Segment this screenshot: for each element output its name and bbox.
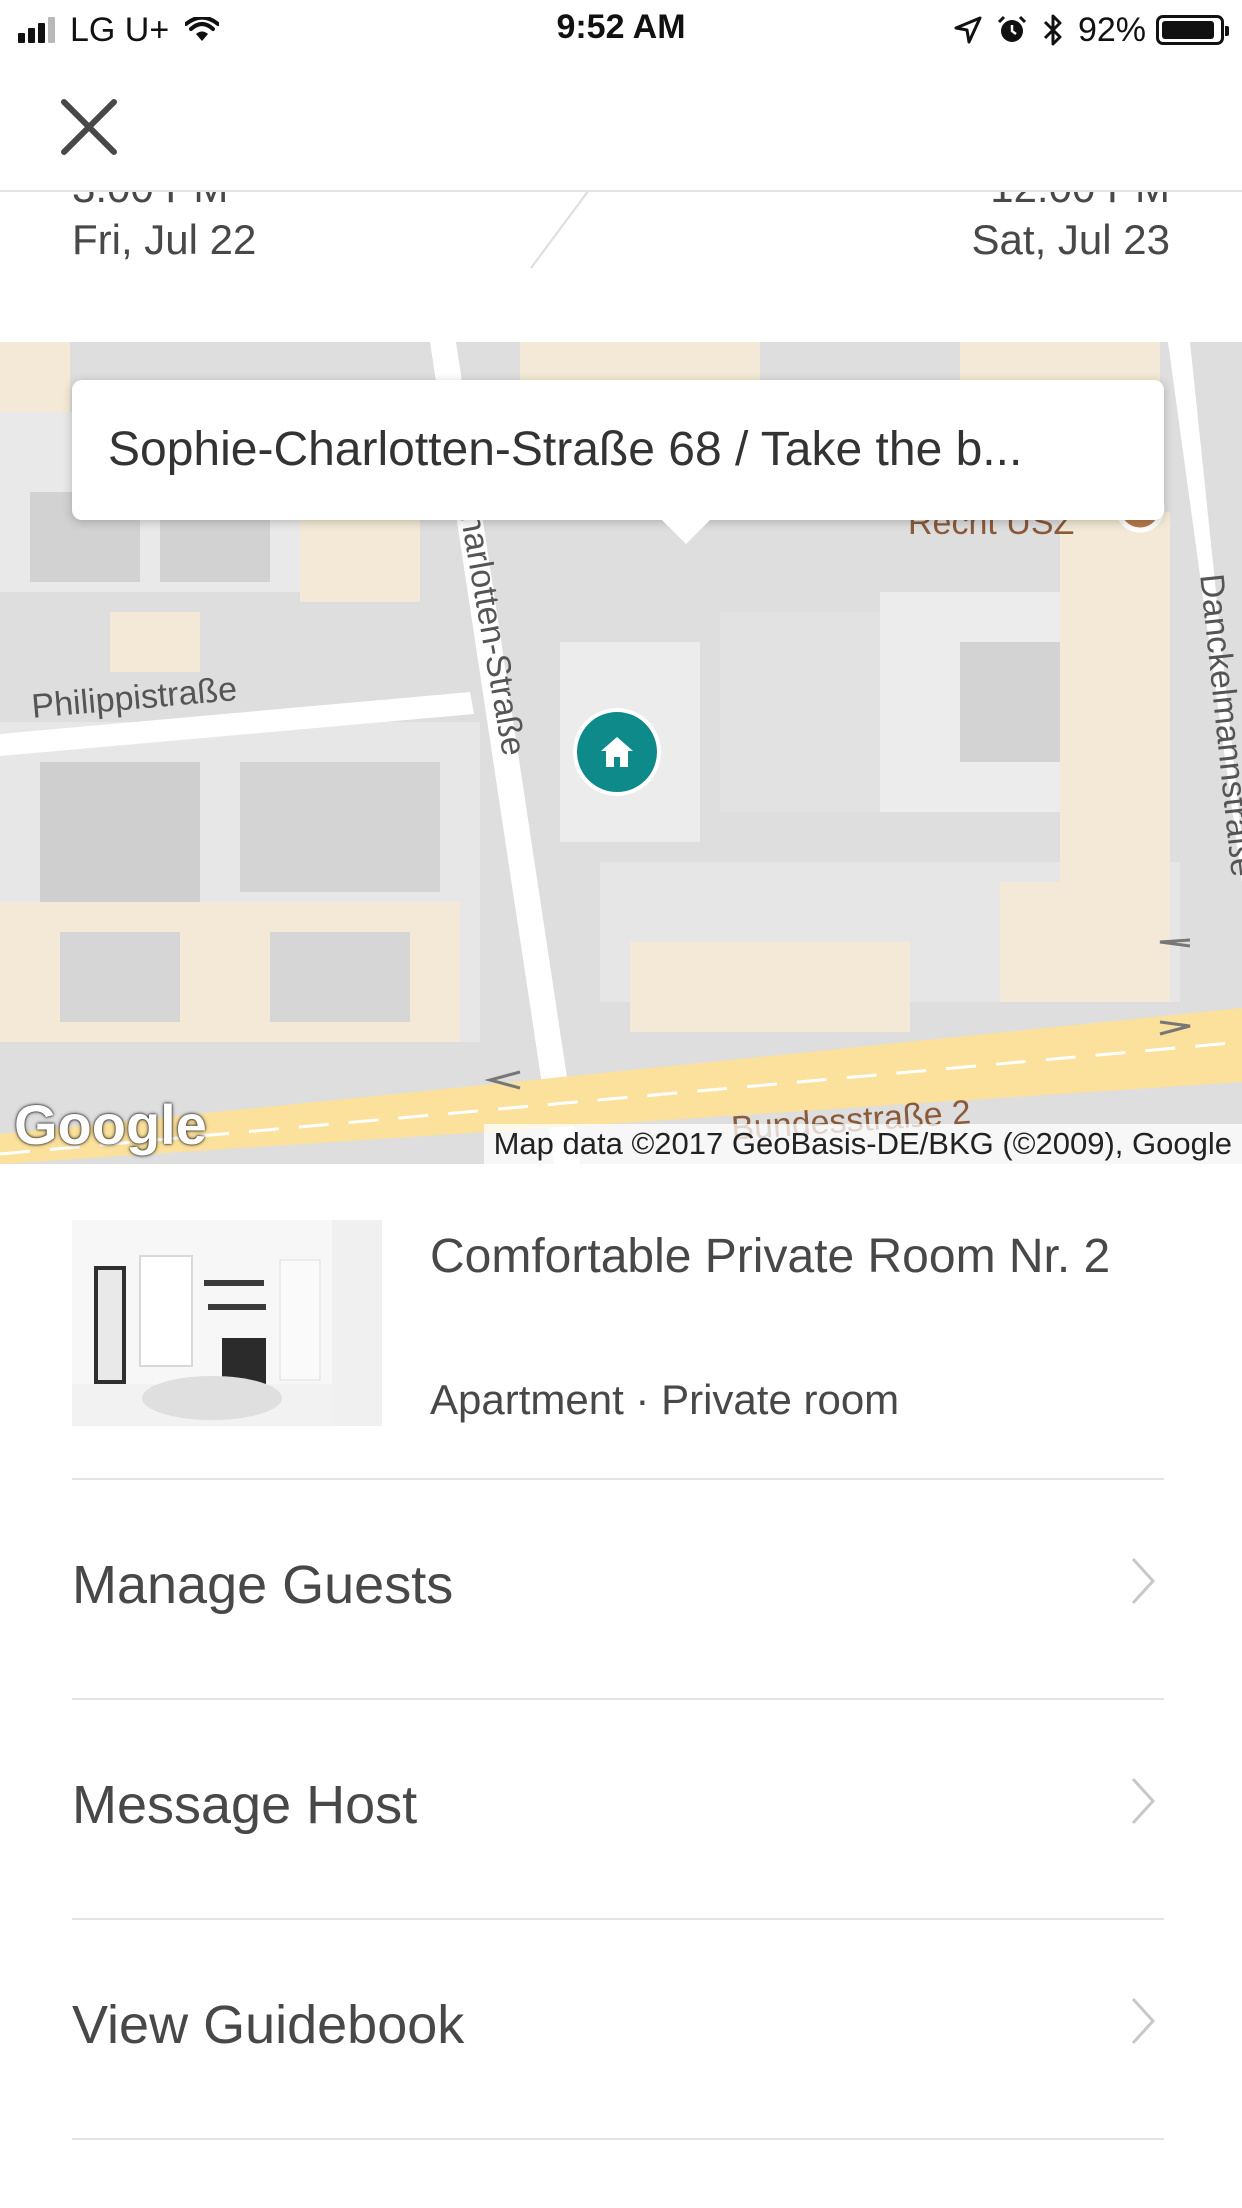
listing-thumbnail	[72, 1220, 382, 1426]
map-callout[interactable]: Sophie-Charlotten-Straße 68 / Take the b…	[72, 380, 1164, 544]
divider	[72, 2138, 1164, 2140]
listing-title: Comfortable Private Room Nr. 2	[430, 1230, 1111, 1283]
listing-subtitle: Apartment · Private room	[430, 1376, 900, 1423]
manage-guests-row[interactable]: Manage Guests	[72, 1480, 1164, 1698]
map-attribution[interactable]: Map data ©2017 GeoBasis-DE/BKG (©2009), …	[483, 1124, 1242, 1164]
chevron-right-icon	[1131, 1777, 1156, 1825]
date-separator	[530, 190, 590, 269]
battery-percent: 92%	[1077, 10, 1146, 49]
home-icon	[601, 737, 633, 767]
battery-icon	[1156, 15, 1229, 45]
message-host-row[interactable]: Message Host	[72, 1700, 1164, 1918]
chevron-right-icon	[1131, 1557, 1156, 1605]
top-nav	[0, 60, 1242, 192]
location-map[interactable]: Philippistraße harlotten-Straße Danckelm…	[0, 342, 1242, 1164]
google-logo[interactable]: Google	[14, 1092, 207, 1157]
bluetooth-icon	[1043, 14, 1062, 46]
status-right: 92%	[940, 10, 1229, 50]
callout-address: Sophie-Charlotten-Straße 68 / Take the b…	[108, 423, 1023, 476]
status-bar: LG U+ 9:52 AM 92%	[0, 0, 1242, 60]
location-arrow-icon	[954, 16, 982, 44]
checkout-date: Sat, Jul 23	[971, 216, 1170, 263]
location-pin[interactable]	[573, 708, 661, 796]
manage-guests-label: Manage Guests	[72, 1555, 454, 1615]
chevron-right-icon	[1131, 1997, 1156, 2045]
checkin-date: Fri, Jul 22	[72, 216, 257, 263]
view-guidebook-row[interactable]: View Guidebook	[72, 1920, 1164, 2138]
listing-card[interactable]: Comfortable Private Room Nr. 2 Apartment…	[72, 1220, 1164, 1480]
message-host-label: Message Host	[72, 1775, 418, 1835]
room-photo	[72, 1220, 382, 1426]
close-icon[interactable]	[54, 92, 124, 162]
view-guidebook-label: View Guidebook	[72, 1995, 465, 2055]
alarm-icon	[997, 15, 1026, 42]
